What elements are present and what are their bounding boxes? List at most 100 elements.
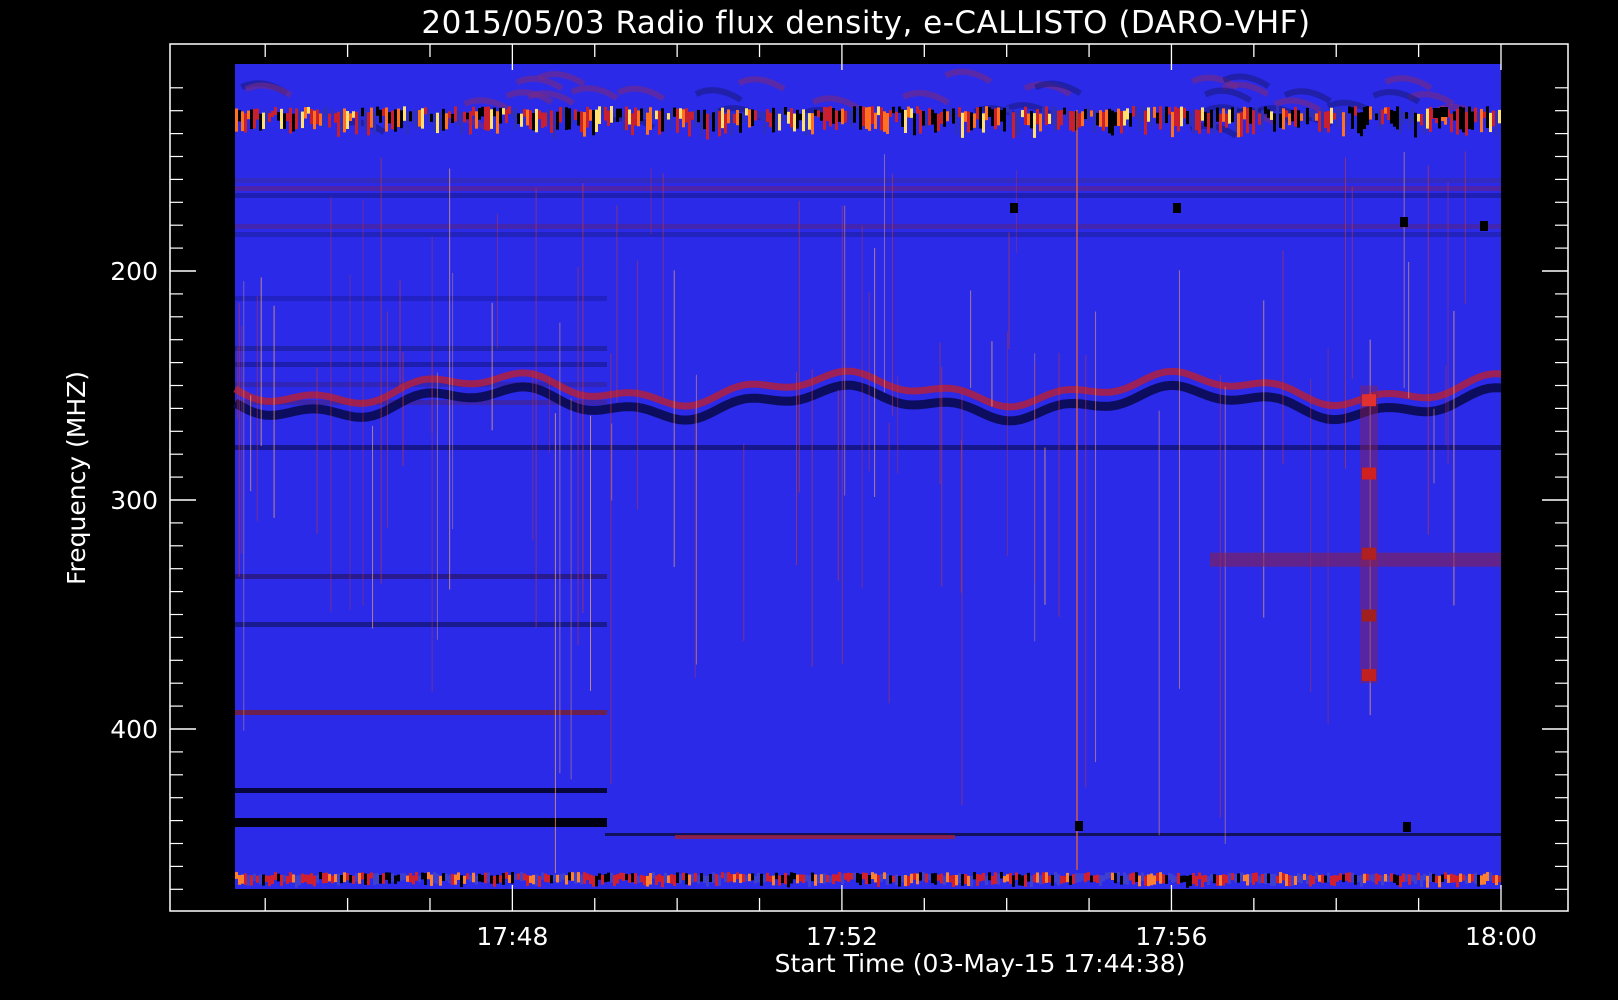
band-edge-speck bbox=[679, 874, 682, 884]
band-edge-speck bbox=[1318, 875, 1321, 882]
interference-speck bbox=[910, 108, 913, 118]
band-edge-speck bbox=[1015, 872, 1018, 880]
band-edge-speck bbox=[1405, 874, 1408, 882]
red-region bbox=[1210, 552, 1501, 567]
interference-speck bbox=[484, 106, 487, 130]
band-edge-speck bbox=[1045, 872, 1048, 883]
interference-speck bbox=[709, 113, 712, 120]
band-edge-speck bbox=[736, 872, 739, 880]
band-edge-speck bbox=[760, 873, 763, 886]
interference-speck bbox=[1204, 111, 1207, 127]
interference-speck bbox=[364, 108, 367, 131]
band-edge-speck bbox=[1396, 875, 1399, 886]
interference-speck bbox=[1066, 111, 1069, 121]
interference-speck bbox=[508, 106, 511, 114]
band-edge-speck bbox=[931, 873, 934, 884]
interference-speck bbox=[559, 107, 562, 123]
band-edge-speck bbox=[643, 875, 646, 886]
band-edge-speck bbox=[247, 875, 250, 886]
interference-speck bbox=[499, 107, 502, 124]
interference-speck bbox=[241, 111, 244, 132]
interference-speck bbox=[937, 113, 940, 132]
interference-speck bbox=[682, 109, 685, 128]
band-edge-speck bbox=[1021, 875, 1024, 886]
interference-speck bbox=[703, 109, 706, 130]
interference-speck bbox=[1288, 113, 1291, 126]
band-edge-speck bbox=[1366, 873, 1369, 881]
band-edge-speck bbox=[502, 873, 505, 885]
interference-speck bbox=[397, 108, 400, 128]
interference-speck bbox=[1102, 112, 1105, 131]
left-band bbox=[235, 622, 607, 627]
interference-speck bbox=[1183, 107, 1186, 119]
band-edge-speck bbox=[535, 874, 538, 886]
interference-speck bbox=[1234, 106, 1237, 132]
band-edge-speck bbox=[625, 873, 628, 881]
band-edge-speck bbox=[700, 873, 703, 882]
interference-speck bbox=[289, 107, 292, 134]
interference-speck bbox=[268, 113, 271, 122]
dark-speck bbox=[1075, 821, 1083, 831]
interference-speck bbox=[1417, 113, 1420, 122]
band-edge-speck bbox=[346, 873, 349, 881]
band-edge-speck bbox=[313, 875, 316, 887]
interference-speck bbox=[322, 109, 325, 128]
interference-speck bbox=[763, 112, 766, 134]
band-edge-speck bbox=[451, 873, 454, 885]
band-edge-speck bbox=[616, 874, 619, 884]
band-edge-speck bbox=[988, 872, 991, 881]
interference-speck bbox=[553, 113, 556, 139]
band-edge-speck bbox=[994, 872, 997, 885]
band-edge-speck bbox=[622, 872, 625, 881]
interference-speck bbox=[1471, 111, 1474, 130]
band-edge-speck bbox=[442, 873, 445, 881]
red-blob bbox=[1362, 547, 1376, 560]
interference-speck bbox=[1492, 110, 1495, 127]
band-edge-speck bbox=[1408, 874, 1411, 885]
band-edge-speck bbox=[1459, 873, 1462, 882]
band-edge-speck bbox=[1180, 875, 1183, 883]
interference-speck bbox=[598, 106, 601, 124]
band-edge-speck bbox=[379, 874, 382, 884]
band-edge-speck bbox=[580, 874, 583, 885]
band-edge-speck bbox=[976, 874, 979, 886]
dark-speck bbox=[1010, 203, 1018, 213]
interference-speck bbox=[475, 111, 478, 129]
interference-speck bbox=[1273, 113, 1276, 132]
band-edge-speck bbox=[1300, 875, 1303, 884]
interference-speck bbox=[496, 111, 499, 134]
interference-speck bbox=[1321, 107, 1324, 133]
interference-speck bbox=[658, 110, 661, 135]
band-edge-speck bbox=[1312, 875, 1315, 885]
band-edge-speck bbox=[1354, 874, 1357, 885]
interference-speck bbox=[586, 106, 589, 128]
interference-speck bbox=[808, 113, 811, 130]
interference-speck bbox=[661, 108, 664, 132]
interference-speck bbox=[493, 107, 496, 117]
interference-speck bbox=[1399, 107, 1402, 134]
band-edge-speck bbox=[307, 874, 310, 885]
interference-speck bbox=[1000, 110, 1003, 122]
interference-speck bbox=[1255, 106, 1258, 120]
band-edge-speck bbox=[1219, 875, 1222, 886]
band-edge-speck bbox=[1057, 874, 1060, 886]
band-edge-speck bbox=[757, 872, 760, 883]
interference-speck bbox=[1393, 111, 1396, 127]
spectral-band bbox=[235, 296, 607, 301]
interference-speck bbox=[256, 108, 259, 120]
band-edge-speck bbox=[1381, 875, 1384, 886]
band-edge-speck bbox=[1288, 875, 1291, 887]
band-edge-speck bbox=[1453, 874, 1456, 883]
band-edge-speck bbox=[1243, 874, 1246, 882]
band-edge-speck bbox=[1183, 875, 1186, 883]
interference-speck bbox=[922, 111, 925, 126]
interference-speck bbox=[490, 109, 493, 129]
band-edge-speck bbox=[784, 872, 787, 885]
interference-speck bbox=[253, 108, 256, 129]
band-edge-speck bbox=[1339, 873, 1342, 881]
interference-speck bbox=[550, 110, 553, 133]
plot-area bbox=[232, 64, 1502, 889]
interference-speck bbox=[280, 108, 283, 129]
band-edge-speck bbox=[577, 872, 580, 883]
band-edge-speck bbox=[532, 874, 535, 885]
